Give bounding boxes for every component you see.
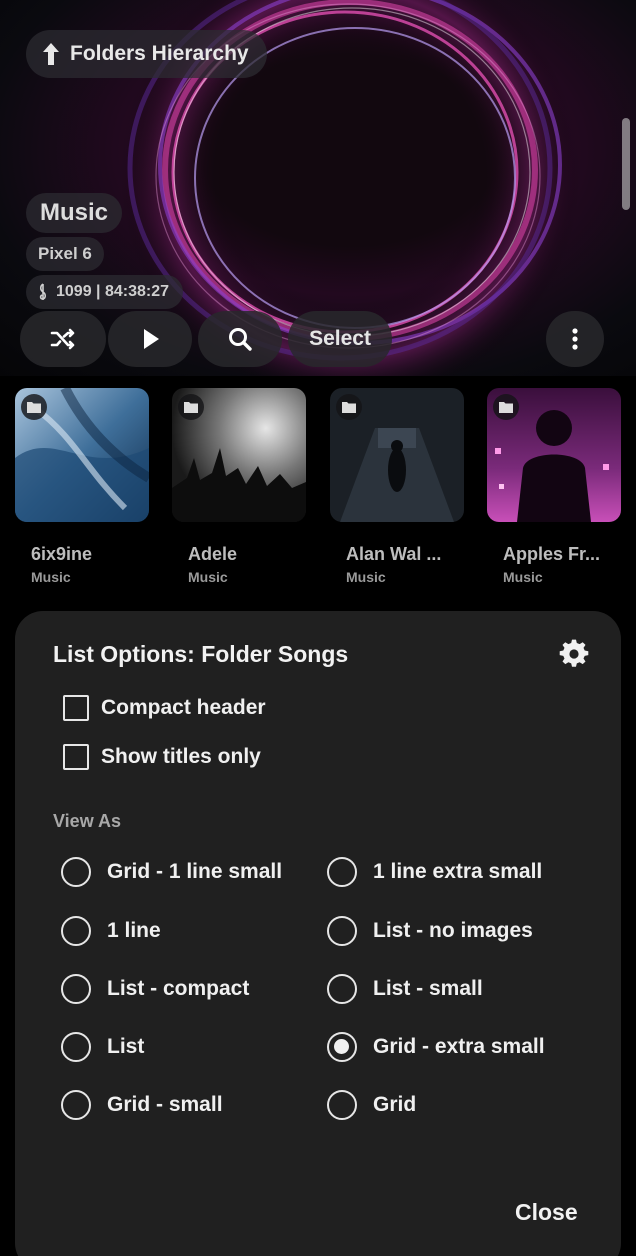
folder-subtitle: Music — [346, 569, 386, 585]
folder-artwork — [487, 388, 621, 522]
folder-title-text: Music — [40, 199, 109, 226]
view-option-label: List - small — [373, 977, 483, 1000]
view-option-label: Grid - 1 line small — [107, 860, 283, 883]
select-label: Select — [309, 327, 371, 350]
view-option-list-no-images[interactable]: List - no images — [327, 916, 533, 946]
folder-name: 6ix9ine — [31, 544, 93, 564]
checkbox-box[interactable] — [63, 744, 89, 770]
folder-tile[interactable]: Adele Music — [172, 388, 306, 585]
folder-icon — [493, 394, 519, 420]
view-option-1-line[interactable]: 1 line — [61, 916, 161, 946]
view-option-grid-extra-small[interactable]: Grid - extra small — [327, 1032, 545, 1062]
play-icon — [144, 329, 159, 349]
view-option-list-compact[interactable]: List - compact — [61, 974, 249, 1004]
search-button[interactable] — [198, 311, 282, 367]
folder-stats: 1099 | 84:38:27 — [26, 275, 184, 309]
view-option-label: Grid - extra small — [373, 1035, 545, 1058]
more-vertical-icon — [572, 328, 578, 350]
folder-subtitle: Music — [31, 569, 71, 585]
show-titles-only-label: Show titles only — [101, 745, 261, 768]
search-icon — [229, 328, 252, 351]
select-button[interactable]: Select — [288, 311, 392, 367]
play-button[interactable] — [108, 311, 192, 367]
folder-name: Apples Fr... — [503, 544, 601, 564]
treble-clef-icon — [39, 283, 47, 300]
view-option-label: 1 line — [107, 919, 161, 942]
folder-subtitle: Music — [503, 569, 543, 585]
checkbox-box[interactable] — [63, 695, 89, 721]
view-as-heading: View As — [53, 811, 122, 831]
folder-icon — [21, 394, 47, 420]
compact-header-label: Compact header — [101, 696, 266, 719]
view-option-label: List - no images — [373, 919, 533, 942]
radio-button[interactable] — [327, 857, 357, 887]
view-option-grid-small[interactable]: Grid - small — [61, 1090, 223, 1120]
radio-button[interactable] — [61, 916, 91, 946]
folder-tile[interactable]: 6ix9ine Music — [15, 388, 149, 585]
folder-artwork — [172, 388, 306, 522]
folder-stats-text: 1099 | 84:38:27 — [56, 283, 170, 300]
list-options-sheet: List Options: Folder Songs Compact heade… — [15, 611, 621, 1256]
device-text: Pixel 6 — [38, 244, 92, 263]
folder-name: Alan Wal ... — [346, 544, 442, 564]
view-option-label: Grid - small — [107, 1093, 223, 1116]
folder-artwork — [15, 388, 149, 522]
folder-subtitle: Music — [188, 569, 228, 585]
radio-button[interactable] — [61, 974, 91, 1004]
view-option-list-small[interactable]: List - small — [327, 974, 483, 1004]
folders-hierarchy-label: Folders Hierarchy — [70, 42, 249, 65]
view-option-label: Grid — [373, 1093, 417, 1116]
device-label: Pixel 6 — [26, 237, 104, 271]
view-option-list[interactable]: List — [61, 1032, 144, 1062]
shuffle-icon — [50, 328, 75, 350]
arrow-up-icon — [43, 43, 59, 65]
close-button[interactable]: Close — [515, 1199, 578, 1226]
folder-name: Adele — [188, 544, 238, 564]
radio-button-selected[interactable] — [327, 1032, 357, 1062]
gear-icon[interactable] — [559, 639, 589, 669]
radio-button[interactable] — [61, 1090, 91, 1120]
view-option-label: List - compact — [107, 977, 250, 1000]
folder-icon — [178, 394, 204, 420]
folder-title: Music — [26, 193, 123, 233]
shuffle-button[interactable] — [20, 311, 106, 367]
folder-icon — [336, 394, 362, 420]
folders-hierarchy-button[interactable]: Folders Hierarchy — [26, 30, 267, 78]
radio-button[interactable] — [327, 974, 357, 1004]
view-option-1-line-extra-small[interactable]: 1 line extra small — [327, 857, 542, 887]
compact-header-checkbox[interactable]: Compact header — [63, 695, 266, 721]
more-options-button[interactable] — [546, 311, 604, 367]
sheet-title: List Options: Folder Songs — [53, 641, 349, 667]
radio-button[interactable] — [327, 1090, 357, 1120]
view-option-label: 1 line extra small — [373, 860, 543, 883]
show-titles-only-checkbox[interactable]: Show titles only — [63, 744, 261, 770]
radio-button[interactable] — [61, 1032, 91, 1062]
radio-button[interactable] — [327, 916, 357, 946]
scrollbar-thumb[interactable] — [622, 118, 630, 210]
view-option-grid[interactable]: Grid — [327, 1090, 416, 1120]
view-option-label: List — [107, 1035, 145, 1058]
folder-header: Folders Hierarchy Music Pixel 6 1099 | 8… — [0, 0, 636, 376]
folder-artwork — [330, 388, 464, 522]
folder-tile[interactable]: Apples Fr... Music — [487, 388, 621, 585]
radio-button[interactable] — [61, 857, 91, 887]
folder-tile[interactable]: Alan Wal ... Music — [330, 388, 464, 585]
folder-grid: 6ix9ine Music Adele Music Alan Wal ... M… — [0, 388, 636, 598]
view-option-grid-1-line-small[interactable]: Grid - 1 line small — [61, 857, 282, 887]
